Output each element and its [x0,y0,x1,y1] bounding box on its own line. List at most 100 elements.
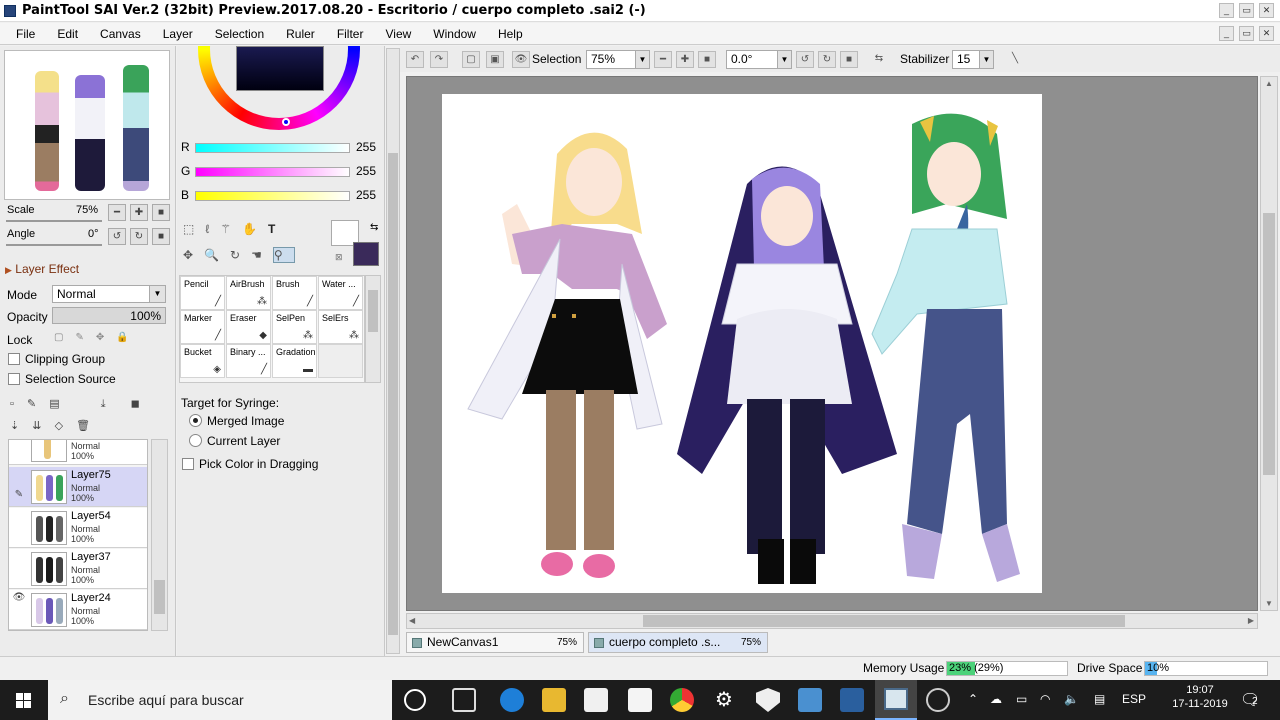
lock-move-icon[interactable]: ✥ [96,332,116,343]
layer-list-scrollbar[interactable] [151,439,168,631]
zoom-in-button[interactable]: ✚ [130,204,148,221]
input-language[interactable]: ESP [1122,692,1146,706]
scroll-down-icon[interactable]: ▼ [1265,599,1273,608]
tool-grid-scrollbar[interactable] [365,275,381,383]
painttool-sai-taskbar-button[interactable] [875,680,917,720]
rotate-left-button[interactable]: ↺ [108,228,126,245]
clear-layer-icon[interactable]: ◇ [55,420,63,432]
rect-select-icon[interactable]: ⬚ [183,222,205,236]
toolbar-zoom-reset-button[interactable]: ■ [698,51,716,68]
color-wheel[interactable] [195,46,363,134]
toolbar-rotate-right-button[interactable]: ↻ [818,51,836,68]
artwork-canvas[interactable] [442,94,1042,593]
toolbar-rotate-reset-button[interactable]: ■ [840,51,858,68]
move-icon[interactable]: ✥ [183,248,204,262]
zoom-reset-button[interactable]: ■ [152,204,170,221]
current-layer-radio[interactable] [189,434,202,447]
color-square[interactable] [236,46,324,91]
tool-eraser[interactable]: Eraser ◆ [226,310,271,344]
visibility-toggle[interactable] [11,510,27,526]
canvas-vertical-scrollbar[interactable]: ▲ ▼ [1260,76,1278,611]
new-folder-icon[interactable]: ▤ [49,398,59,410]
tool-airbrush[interactable]: AirBrush ⁂ [226,276,271,310]
doc-minimize-button[interactable]: _ [1219,26,1234,41]
tool-selpen[interactable]: SelPen ⁂ [272,310,317,344]
hand-tool-icon[interactable]: ☚ [251,248,273,262]
b-slider[interactable] [195,191,350,201]
chrome-icon[interactable] [670,688,694,712]
taskbar-clock[interactable]: 19:07 17-11-2019 [1165,684,1235,710]
layer-effect-header[interactable]: ▶ Layer Effect [5,262,79,276]
new-layer-icon[interactable]: ▫ [10,398,14,410]
scroll-left-icon[interactable]: ◀ [409,616,415,625]
text-tool-icon[interactable]: T [268,222,286,236]
task-view-icon[interactable] [452,688,476,712]
toolbar-zoom-out-button[interactable]: ━ [654,51,672,68]
menu-view[interactable]: View [385,27,411,41]
rotate-tool-icon[interactable]: ↻ [230,248,251,262]
pick-color-dragging-checkbox[interactable] [182,458,194,470]
layer-row[interactable]: Layer37 Normal 100% [9,549,147,589]
layer-menu-icon[interactable]: ◼ [131,398,140,410]
delete-layer-icon[interactable]: 🗑 [76,420,90,432]
layer-list-scroll-thumb[interactable] [154,580,165,614]
show-hidden-icons[interactable]: ⌃ [968,692,978,706]
battery-icon[interactable]: ▭ [1016,692,1027,706]
tool-marker[interactable]: Marker ╱ [180,310,225,344]
volume-icon[interactable]: 🔈 [1064,692,1079,706]
rotate-right-button[interactable]: ↻ [130,228,148,245]
obs-icon[interactable] [926,688,950,712]
menu-canvas[interactable]: Canvas [100,27,141,41]
security-shield-icon[interactable] [756,688,780,712]
maximize-button[interactable]: ▭ [1239,3,1254,18]
invert-selection-icon[interactable]: ▣ [486,51,504,68]
edge-browser-icon[interactable] [500,688,524,712]
visibility-toggle[interactable] [11,551,27,567]
flip-horizontal-icon[interactable]: ⇆ [870,51,888,68]
menu-window[interactable]: Window [433,27,476,41]
secondary-color-swatch[interactable] [353,242,379,266]
tool-brush[interactable]: Brush ╱ [272,276,317,310]
redo-icon[interactable]: ↷ [430,51,448,68]
settings-gear-icon[interactable]: ⚙ [712,688,736,712]
zoom-tool-icon[interactable]: 🔍 [204,248,230,262]
canvas-viewport[interactable] [406,76,1258,611]
scale-slider[interactable] [6,220,102,222]
transparent-color-icon[interactable]: ⊠ [335,252,343,263]
deselect-icon[interactable]: ▢ [462,51,480,68]
menu-layer[interactable]: Layer [163,27,193,41]
merge-down-icon[interactable]: ⇣ [10,420,19,432]
menu-selection[interactable]: Selection [215,27,264,41]
opacity-slider[interactable]: 100% [52,307,166,324]
lasso-icon[interactable]: ℓ [205,222,220,236]
menu-help[interactable]: Help [498,27,523,41]
scroll-right-icon[interactable]: ▶ [1248,616,1254,625]
layer-row[interactable]: Layer54 Normal 100% [9,508,147,548]
visibility-toggle[interactable] [11,440,27,443]
undo-icon[interactable]: ↶ [406,51,424,68]
store-icon[interactable] [584,688,608,712]
tool-bucket[interactable]: Bucket ◈ [180,344,225,378]
panel-scrollbar[interactable] [386,48,400,654]
blend-mode-select[interactable]: Normal ▼ [52,285,166,303]
rotation-select[interactable]: 0.0° ▼ [726,50,792,69]
tool-watercolor[interactable]: Water ... ╱ [318,276,363,310]
angle-slider[interactable] [6,244,102,246]
stabilizer-select[interactable]: 15 ▼ [952,50,994,69]
app-window-icon[interactable] [798,688,822,712]
new-linework-icon[interactable]: ✎ [27,398,36,410]
menu-file[interactable]: File [16,27,35,41]
doc-restore-button[interactable]: ▭ [1239,26,1254,41]
hand-select-icon[interactable]: ✋ [242,222,268,236]
lock-paint-icon[interactable]: ✎ [75,332,95,343]
navigator-preview[interactable] [4,50,170,200]
menu-filter[interactable]: Filter [337,27,364,41]
menu-ruler[interactable]: Ruler [286,27,315,41]
clipping-group-checkbox[interactable] [8,353,20,365]
lock-all-icon[interactable]: 🔒 [116,332,140,343]
rotate-reset-button[interactable]: ■ [152,228,170,245]
tool-pencil[interactable]: Pencil ╱ [180,276,225,310]
canvas-v-scroll-thumb[interactable] [1263,213,1275,475]
merge-layer-icon[interactable]: ⇊ [32,420,41,432]
toolbar-zoom-in-button[interactable]: ✚ [676,51,694,68]
